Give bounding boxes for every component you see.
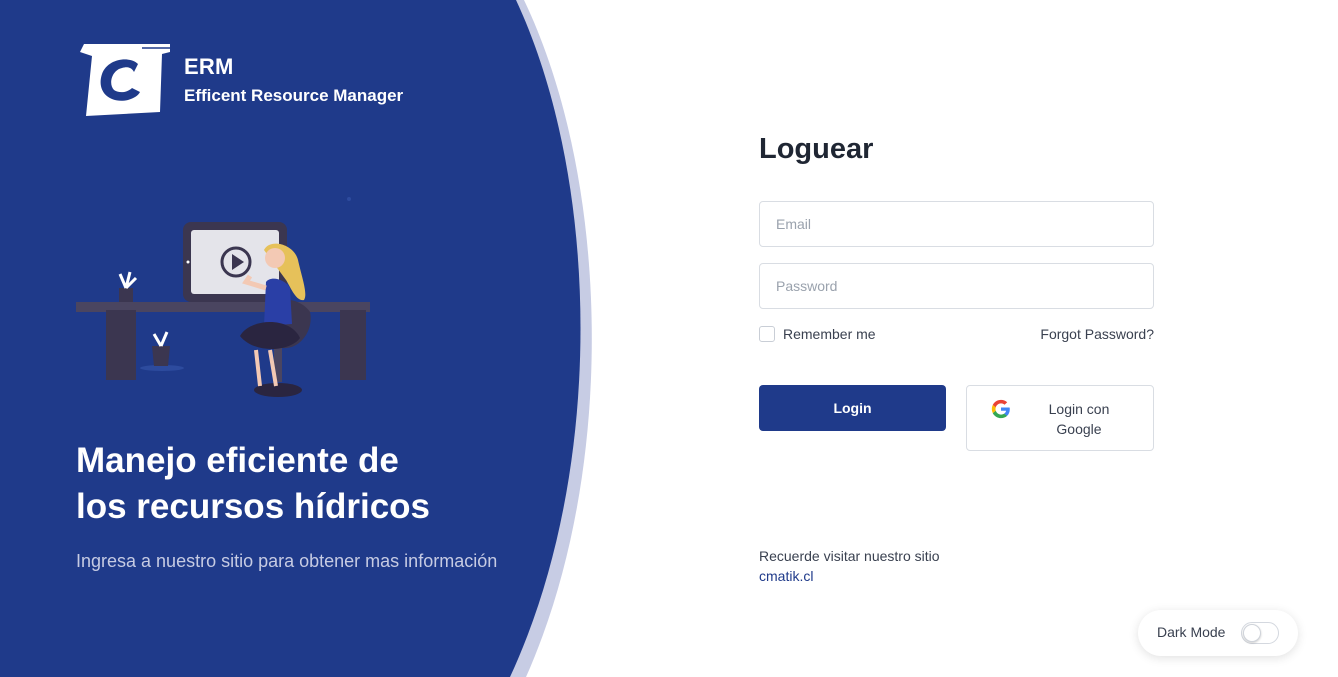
erm-logo-icon xyxy=(80,44,170,116)
hero-title: Manejo eficiente de los recursos hídrico… xyxy=(76,438,536,530)
login-title: Loguear xyxy=(759,133,874,165)
brand-title: ERM xyxy=(184,54,234,79)
email-input[interactable] xyxy=(759,201,1154,247)
login-button[interactable]: Login xyxy=(759,385,946,431)
hero-title-line1: Manejo eficiente de xyxy=(76,441,399,480)
brand-subtitle: Efficent Resource Manager xyxy=(184,86,404,105)
password-input[interactable] xyxy=(759,263,1154,309)
google-login-button[interactable]: Login con Google xyxy=(966,385,1154,451)
remember-me-checkbox[interactable] xyxy=(759,326,775,342)
dark-mode-toggle[interactable] xyxy=(1241,622,1279,644)
google-login-label: Login con Google xyxy=(1048,401,1110,437)
hero-title-line2: los recursos hídricos xyxy=(76,487,431,526)
forgot-password-link[interactable]: Forgot Password? xyxy=(1000,326,1154,342)
dark-mode-toggle-knob[interactable] xyxy=(1243,624,1261,642)
google-icon xyxy=(991,399,1010,419)
visit-site-link[interactable]: cmatik.cl xyxy=(759,568,813,584)
dark-mode-card: Dark Mode xyxy=(1138,610,1298,656)
remember-me[interactable]: Remember me xyxy=(759,326,876,342)
visit-text: Recuerde visitar nuestro sitio xyxy=(759,548,940,564)
dark-mode-label: Dark Mode xyxy=(1157,624,1226,640)
woman-at-computer-illustration xyxy=(76,197,370,397)
hero-subtitle: Ingresa a nuestro sitio para obtener mas… xyxy=(76,551,498,571)
remember-me-label[interactable]: Remember me xyxy=(783,326,876,342)
